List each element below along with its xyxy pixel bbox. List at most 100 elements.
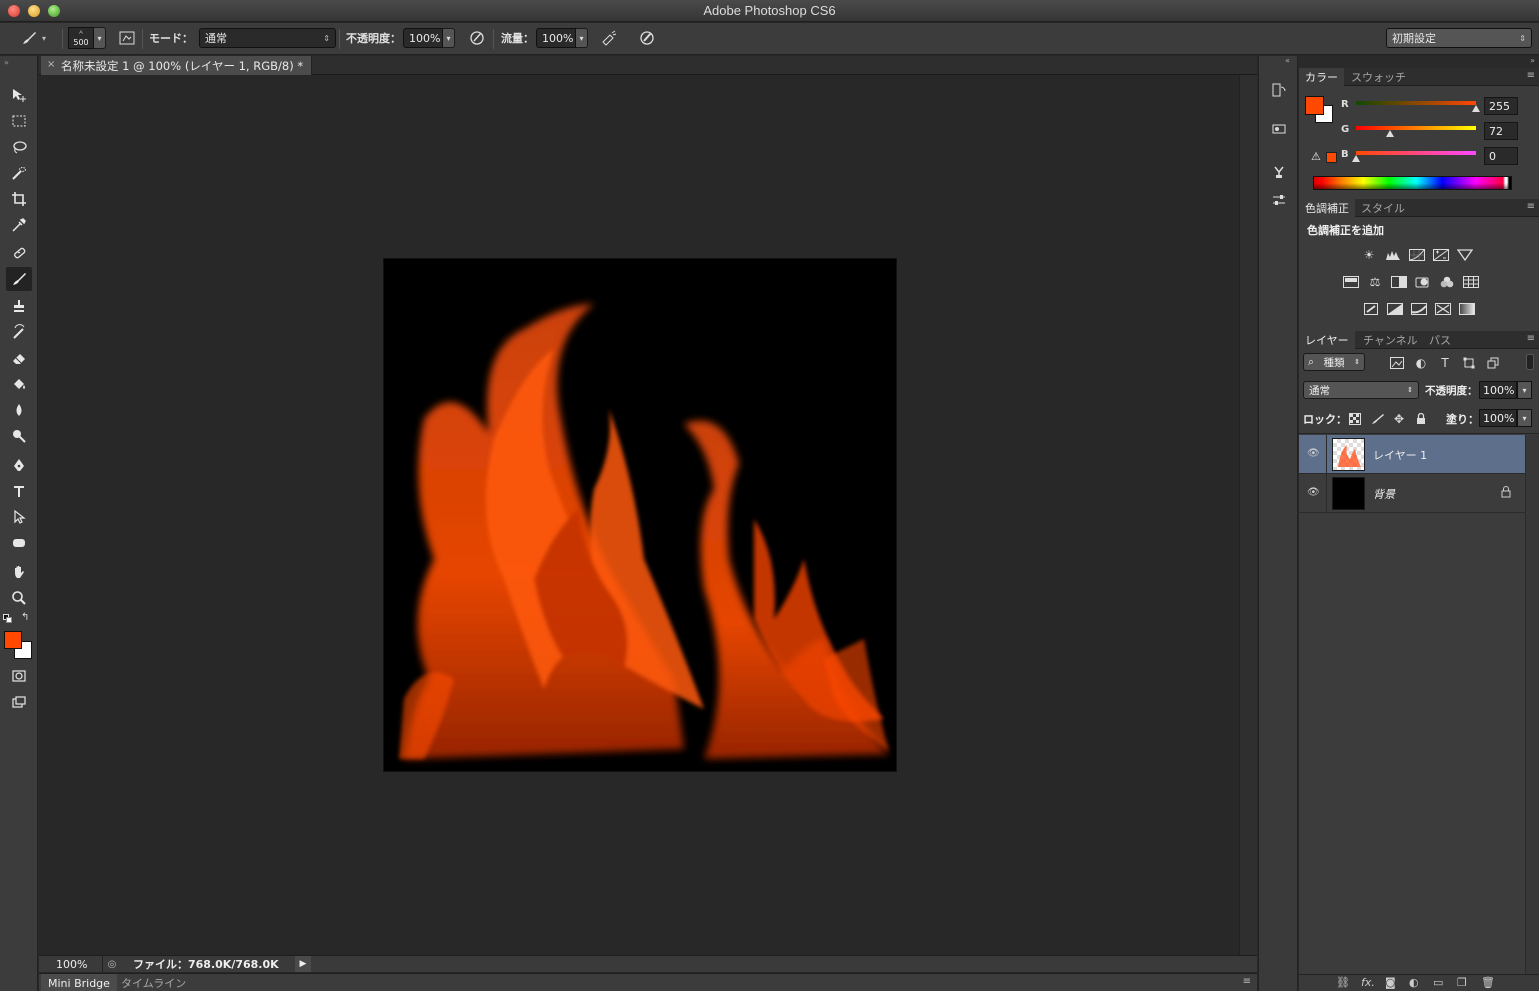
lock-transparent-pixels-icon[interactable] (1346, 412, 1364, 426)
visibility-eye-icon[interactable]: 👁 (1307, 448, 1320, 459)
lock-all-icon[interactable] (1412, 412, 1430, 426)
zoom-level-field[interactable]: 100% (39, 956, 103, 972)
foreground-color-swatch[interactable] (4, 631, 22, 649)
layers-scrollbar[interactable] (1525, 435, 1539, 974)
layer-opacity-slider-button[interactable]: ▾ (1517, 381, 1532, 399)
blue-slider-track[interactable] (1356, 151, 1476, 155)
new-group-icon[interactable]: ▭ (1433, 976, 1443, 989)
blur-tool[interactable] (6, 398, 32, 422)
panel-menu-icon[interactable]: ≡ (1527, 70, 1535, 81)
airbrush-toggle[interactable] (598, 27, 620, 49)
green-slider-track[interactable] (1356, 126, 1476, 130)
layer-row[interactable]: 👁 背景 (1299, 474, 1525, 513)
screen-mode-button[interactable] (6, 690, 32, 714)
tab-adjustments[interactable]: 色調補正 (1299, 199, 1355, 217)
close-tab-icon[interactable]: × (47, 59, 55, 70)
brush-size-picker[interactable]: ᴬ 500 ▾ (68, 27, 106, 49)
opacity-input[interactable]: 100% (403, 28, 443, 48)
move-tool[interactable] (6, 83, 32, 107)
color-spectrum-ramp[interactable] (1313, 176, 1512, 190)
healing-brush-tool[interactable] (6, 241, 32, 265)
fx-icon[interactable]: fx. (1361, 976, 1375, 989)
filter-shape-layers-icon[interactable] (1460, 356, 1478, 370)
filter-pixel-layers-icon[interactable] (1388, 356, 1406, 370)
proof-setup-icon[interactable]: ◎ (103, 959, 121, 970)
new-adjustment-layer-icon[interactable]: ◐ (1409, 976, 1419, 989)
foreground-color-swatch[interactable] (1305, 96, 1324, 115)
rectangular-marquee-tool[interactable] (6, 109, 32, 133)
history-panel-icon[interactable] (1268, 79, 1290, 101)
vibrance-icon[interactable] (1456, 248, 1474, 262)
collapse-icon[interactable]: » (4, 58, 9, 67)
gamut-color-swatch[interactable] (1326, 152, 1337, 163)
tab-swatches[interactable]: スウォッチ (1345, 68, 1412, 86)
flow-input[interactable]: 100% (536, 28, 576, 48)
collapse-panels-icon[interactable]: » (1530, 56, 1535, 65)
black-white-icon[interactable] (1390, 275, 1408, 289)
red-slider-thumb[interactable] (1472, 105, 1480, 112)
layer-name[interactable]: 背景 (1373, 486, 1395, 502)
color-balance-icon[interactable]: ⚖ (1366, 275, 1384, 289)
tab-channels[interactable]: チャンネル (1357, 331, 1424, 349)
out-of-gamut-warning-icon[interactable]: ⚠ (1311, 150, 1321, 163)
visibility-eye-icon[interactable]: 👁 (1307, 487, 1320, 498)
eyedropper-tool[interactable] (6, 213, 32, 237)
quick-selection-tool[interactable] (6, 161, 32, 185)
lock-image-pixels-icon[interactable] (1369, 412, 1387, 426)
blend-mode-select[interactable]: 通常 ⇕ (1303, 381, 1419, 399)
gradient-map-icon[interactable] (1458, 302, 1476, 316)
layer-filter-select[interactable]: ⌕ 種類 ⇕ (1303, 353, 1365, 371)
dodge-tool[interactable] (6, 424, 32, 448)
clone-stamp-tool[interactable] (6, 294, 32, 318)
path-selection-tool[interactable] (6, 505, 32, 529)
pressure-size-toggle[interactable] (636, 27, 658, 49)
photo-filter-icon[interactable] (1414, 275, 1432, 289)
paint-bucket-tool[interactable] (6, 372, 32, 396)
brush-presets-icon[interactable] (1268, 161, 1290, 183)
type-tool[interactable] (6, 479, 32, 503)
pen-tool[interactable] (6, 453, 32, 477)
hue-saturation-icon[interactable] (1342, 275, 1360, 289)
brush-tool[interactable] (6, 267, 32, 291)
filter-smart-objects-icon[interactable] (1484, 356, 1502, 370)
expand-dock-icon[interactable]: « (1285, 56, 1290, 65)
tab-mini-bridge[interactable]: Mini Bridge (41, 974, 117, 991)
color-lookup-icon[interactable] (1462, 275, 1480, 289)
fill-input[interactable]: 100% (1479, 409, 1517, 427)
chevron-down-icon[interactable]: ▾ (94, 27, 106, 49)
rounded-rectangle-tool[interactable] (6, 531, 32, 555)
threshold-icon[interactable] (1410, 302, 1428, 316)
fill-slider-button[interactable]: ▾ (1517, 409, 1532, 427)
flow-slider-button[interactable]: ▾ (576, 28, 588, 48)
brush-settings-icon[interactable] (1268, 189, 1290, 211)
tab-styles[interactable]: スタイル (1355, 199, 1411, 217)
add-mask-icon[interactable]: ◙ (1385, 976, 1396, 989)
red-value-input[interactable]: 255 (1484, 97, 1518, 115)
mode-select[interactable]: 通常 ⇕ (199, 28, 336, 48)
new-layer-icon[interactable]: ❐ (1457, 976, 1467, 989)
history-brush-tool[interactable] (6, 320, 32, 344)
properties-panel-icon[interactable] (1268, 118, 1290, 140)
invert-icon[interactable] (1362, 302, 1380, 316)
brush-panel-toggle[interactable] (116, 27, 138, 49)
vertical-scrollbar[interactable] (1239, 75, 1257, 955)
swap-colors-icon[interactable]: ↰ (21, 612, 29, 623)
quick-mask-button[interactable] (6, 664, 32, 688)
zoom-tool[interactable] (6, 586, 32, 610)
lock-position-icon[interactable]: ✥ (1390, 412, 1408, 426)
channel-mixer-icon[interactable] (1438, 275, 1456, 289)
tab-layers[interactable]: レイヤー (1299, 331, 1355, 349)
layer-opacity-input[interactable]: 100% (1479, 381, 1517, 399)
selective-color-icon[interactable] (1434, 302, 1452, 316)
document-tab[interactable]: × 名称未設定 1 @ 100% (レイヤー 1, RGB/8) * (41, 56, 313, 75)
curves-icon[interactable] (1408, 248, 1426, 262)
filter-type-layers-icon[interactable]: T (1436, 356, 1454, 370)
eraser-tool[interactable] (6, 346, 32, 370)
link-layers-icon[interactable]: ⛓ (1336, 976, 1350, 989)
filter-adjustment-layers-icon[interactable]: ◐ (1412, 356, 1430, 370)
tool-preset-picker[interactable]: ▾ (18, 27, 46, 49)
green-slider-thumb[interactable] (1386, 130, 1394, 137)
tab-timeline[interactable]: タイムライン (114, 974, 193, 991)
red-slider-track[interactable] (1356, 101, 1476, 105)
filter-toggle-switch[interactable] (1526, 354, 1534, 370)
